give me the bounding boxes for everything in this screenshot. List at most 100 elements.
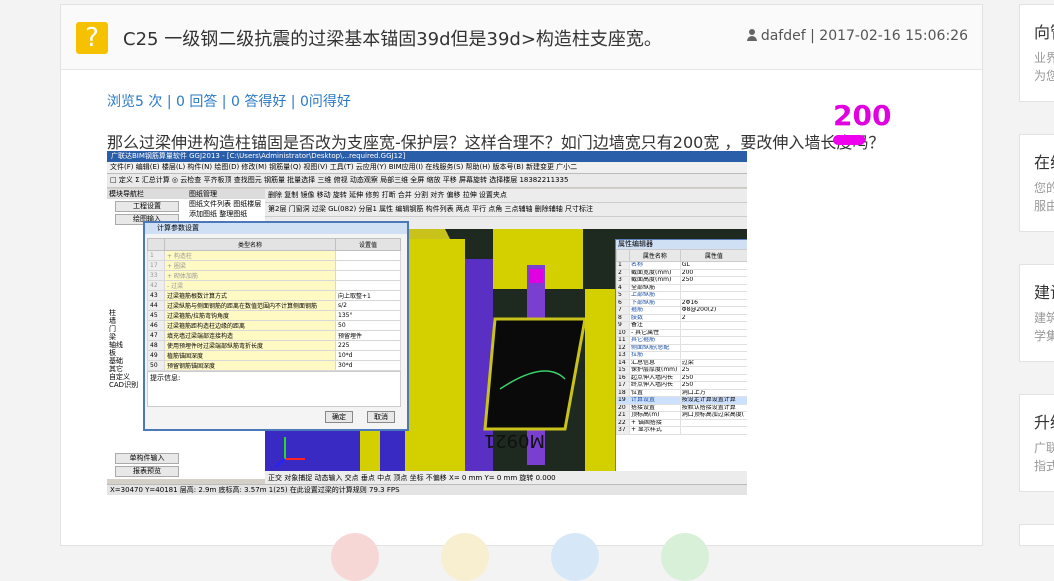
helpful-count[interactable]: 0问得好 bbox=[300, 94, 351, 110]
row-value: s/2 bbox=[335, 300, 401, 311]
row-id: 47 bbox=[147, 330, 165, 341]
single-component-button: 单构件输入 bbox=[115, 453, 179, 464]
table-row: 37 + 显示样式 bbox=[616, 426, 747, 435]
tree-item: 基础 bbox=[109, 357, 123, 365]
table-row: 45 过梁箍筋/拉筋弯钩角度 135° bbox=[147, 310, 401, 321]
prop-value: 2Φ16 bbox=[679, 298, 747, 307]
ok-button: 确定 bbox=[325, 411, 353, 423]
row-id: 14 bbox=[616, 358, 630, 367]
sidebar-card[interactable] bbox=[1019, 524, 1054, 546]
prop-value: 250 bbox=[679, 373, 747, 382]
row-value: 135° bbox=[335, 310, 401, 321]
row-value: 50 bbox=[335, 320, 401, 331]
row-id: 5 bbox=[616, 291, 630, 300]
row-name: 过梁纵筋与侧面钢筋的距离在数值范围内不计算侧面钢筋 bbox=[164, 300, 336, 311]
sidebar-card-sub: 您的 服由 bbox=[1034, 179, 1054, 215]
sidebar-card[interactable]: 升级 广联指式 bbox=[1019, 394, 1054, 492]
row-id: 46 bbox=[147, 320, 165, 331]
table-row: 2 截面宽度(mm) 200 bbox=[616, 268, 747, 277]
reaction-circle bbox=[551, 533, 599, 581]
toolbar-items: □ 定义 Σ 汇总计算 ◎ 云检查 平齐板顶 查找图元 钢筋量 批量选择 三维 … bbox=[110, 176, 518, 184]
row-id: 4 bbox=[616, 283, 630, 292]
cancel-button: 取消 bbox=[367, 411, 395, 423]
row-id: 42 bbox=[147, 280, 165, 291]
tree-item: 其它 bbox=[109, 365, 123, 373]
row-id: 8 bbox=[616, 313, 630, 322]
row-id: 12 bbox=[616, 343, 630, 352]
table-row: 48 使用预埋件时过梁端部纵筋弯折长度 225 bbox=[147, 340, 401, 351]
row-id: 43 bbox=[147, 290, 165, 301]
prop-name: 计算设置 bbox=[629, 396, 681, 405]
prop-value: 250 bbox=[679, 276, 747, 285]
question-mark-icon: ? bbox=[76, 22, 108, 54]
table-row: 44 过梁纵筋与侧面钢筋的距离在数值范围内不计算侧面钢筋 s/2 bbox=[147, 300, 401, 311]
row-value: 10*d bbox=[335, 350, 401, 361]
row-name: 填充墙过梁端部连接构造 bbox=[164, 330, 336, 341]
tree-item: 柱 bbox=[109, 309, 116, 317]
tree-item: 墙 bbox=[109, 317, 116, 325]
answers-count[interactable]: 0 回答 bbox=[176, 94, 217, 110]
prop-name: + 显示样式 bbox=[629, 426, 681, 435]
project-settings-button: 工程设置 bbox=[115, 201, 179, 212]
tree-item: CAD识别 bbox=[109, 381, 139, 389]
property-table: 属性名称 属性值 1 名称 GL 2 截面宽度(mm) 200 3 截面高度(mm) 250 4 全部… bbox=[616, 249, 747, 435]
sidebar-card[interactable]: 向管 业界为您 bbox=[1019, 4, 1054, 102]
good-answers-count[interactable]: 0 答得好 bbox=[231, 94, 286, 110]
col-value-header: 设置值 bbox=[335, 238, 401, 251]
row-name: 过梁箍筋根数计算方式 bbox=[164, 290, 336, 301]
row-id: 20 bbox=[616, 403, 630, 412]
software-screenshot[interactable]: 广联达BIM钢筋算量软件 GGJ2013 - [C:\Users\Adminis… bbox=[107, 151, 747, 495]
row-id: 33 bbox=[147, 270, 165, 281]
prop-value bbox=[679, 283, 747, 292]
sidebar-card-sub: 广联 指式 bbox=[1034, 439, 1054, 475]
tree-item: 自定义 bbox=[109, 373, 130, 381]
prop-name: 截面高度(mm) bbox=[629, 276, 681, 285]
prop-name: 名称 bbox=[629, 261, 681, 270]
calc-params-dialog: 计算参数设置 类型名称 设置值 1 + 构造柱 17 + 圈梁 33 + 砌体加筋 42… bbox=[143, 221, 409, 431]
prop-value: 25 bbox=[679, 366, 747, 375]
table-row: 1 + 构造柱 bbox=[147, 250, 401, 261]
prop-name: 截面宽度(mm) bbox=[629, 268, 681, 277]
prop-name: 顶标高(m) bbox=[629, 411, 681, 420]
handwritten-annotation: 200 bbox=[833, 99, 892, 132]
sidebar-card-line: 服由 bbox=[1034, 199, 1054, 213]
table-row: 4 全部纵筋 bbox=[616, 283, 747, 292]
prop-value bbox=[679, 336, 747, 345]
table-row: 7 箍筋 Φ8@200(2) bbox=[616, 306, 747, 315]
drawing-manager-header: 图纸管理 bbox=[187, 189, 265, 199]
table-row: 21 顶标高(m) 洞口顶标高加过梁高度( bbox=[616, 411, 747, 420]
author-link[interactable]: dafdef bbox=[761, 28, 806, 44]
prop-name: 下部纵筋 bbox=[629, 298, 681, 307]
table-row: 16 起点伸入墙内长 250 bbox=[616, 373, 747, 382]
params-table: 类型名称 设置值 1 + 构造柱 17 + 圈梁 33 + 砌体加筋 42- 过梁 43… bbox=[147, 238, 401, 371]
stats-separator: | bbox=[166, 94, 172, 110]
component-tree: 柱 墙 门 梁 轴线 板 基础 其它 自定义 CAD识别 bbox=[109, 309, 138, 389]
row-value: 30*d bbox=[335, 360, 401, 371]
prop-value bbox=[679, 418, 747, 427]
drawing-tabs: 图纸文件列表 图纸楼层 bbox=[189, 200, 262, 208]
row-value: 225 bbox=[335, 340, 401, 351]
question-title[interactable]: C25 一级钢二级抗震的过梁基本锚固39d但是39d>构造柱支座宽。 bbox=[123, 25, 662, 51]
left-bottom-buttons: 单构件输入 报表预览 bbox=[107, 451, 187, 479]
prop-value bbox=[679, 321, 747, 330]
row-id: 10 bbox=[616, 328, 630, 337]
row-value bbox=[335, 250, 401, 261]
col-name-header: 类型名称 bbox=[164, 238, 336, 251]
reaction-circle bbox=[661, 533, 709, 581]
edit-toolbar: 删除 复制 镜像 移动 旋转 延伸 修剪 打断 合并 分割 对齐 偏移 拉伸 设… bbox=[265, 189, 747, 203]
prop-name: 汇总信息 bbox=[629, 358, 681, 367]
sidebar-card[interactable]: 在线 您的服由 bbox=[1019, 134, 1054, 232]
table-row: 14 汇总信息 过梁 bbox=[616, 358, 747, 367]
sidebar-card[interactable]: 建设 建筑学集 bbox=[1019, 264, 1054, 362]
question-meta: dafdef | 2017-02-16 15:06:26 bbox=[746, 28, 968, 44]
views-count[interactable]: 浏览5 次 bbox=[107, 94, 162, 110]
table-row: 46 过梁箍筋距构造柱边缘的距离 50 bbox=[147, 320, 401, 331]
row-id: 1 bbox=[147, 250, 165, 261]
prop-value bbox=[679, 343, 747, 352]
prop-value: 2 bbox=[679, 313, 747, 322]
prop-name: 箍筋 bbox=[629, 306, 681, 315]
prop-name: 位置 bbox=[629, 388, 681, 397]
row-value bbox=[335, 280, 401, 291]
table-row: 20 搭接设置 按默认搭接设置计算 bbox=[616, 403, 747, 412]
row-id: 22 bbox=[616, 418, 630, 427]
